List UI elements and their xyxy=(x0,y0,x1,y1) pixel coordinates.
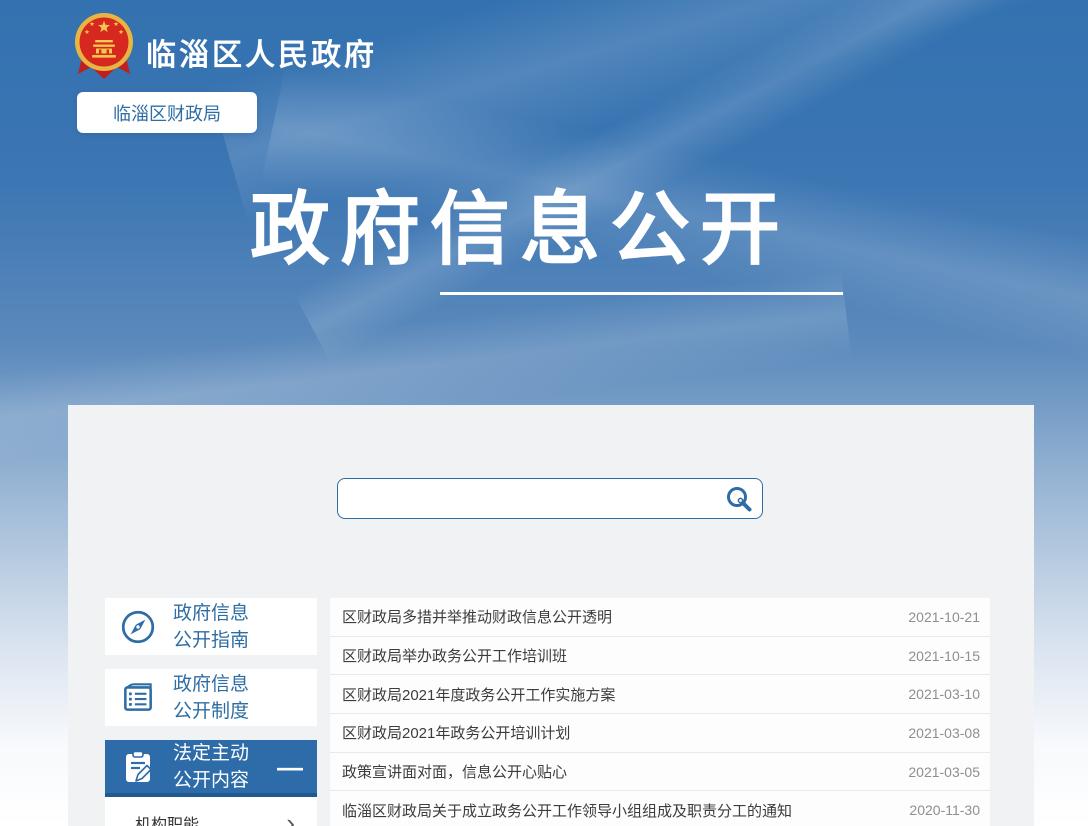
sidebar-item-guide[interactable]: 政府信息 公开指南 xyxy=(105,598,317,655)
article-row[interactable]: 临淄区财政局关于成立政务公开工作领导小组组成及职责分工的通知 2020-11-3… xyxy=(330,791,990,826)
article-date: 2020-11-30 xyxy=(909,802,980,819)
bureau-tab-label: 临淄区财政局 xyxy=(113,103,221,124)
article-date: 2021-10-21 xyxy=(908,608,980,625)
article-title: 区财政局2021年政务公开培训计划 xyxy=(342,725,571,743)
article-row[interactable]: 区财政局2021年度政务公开工作实施方案 2021-03-10 xyxy=(330,675,990,715)
national-emblem-icon[interactable] xyxy=(73,11,135,86)
article-title: 政策宣讲面对面，信息公开心贴心 xyxy=(342,764,568,782)
search-input[interactable] xyxy=(338,479,716,518)
site-title: 临淄区人民政府 xyxy=(146,39,377,72)
article-title: 区财政局举办政务公开工作培训班 xyxy=(342,648,568,666)
sidebar-subitem-label: 机构职能 xyxy=(135,817,200,826)
page-title: 政府信息公开 xyxy=(250,185,790,274)
sidebar-item-label: 政府信息 公开制度 xyxy=(173,673,250,722)
sidebar-item-rules[interactable]: 政府信息 公开制度 xyxy=(105,669,317,726)
search-box xyxy=(337,478,763,519)
compass-icon xyxy=(117,606,159,648)
sidebar-item-label: 政府信息 公开指南 xyxy=(173,602,250,651)
book-icon xyxy=(117,677,159,719)
article-title: 临淄区财政局关于成立政务公开工作领导小组组成及职责分工的通知 xyxy=(342,802,793,820)
article-title: 区财政局2021年度政务公开工作实施方案 xyxy=(342,686,616,704)
sidebar-subitem-org-functions[interactable]: 机构职能 › xyxy=(105,797,317,826)
search-button[interactable] xyxy=(716,479,762,518)
article-date: 2021-03-10 xyxy=(908,686,980,703)
page-title-underline xyxy=(440,292,843,295)
sidebar: 政府信息 公开指南 政府信息 公开制度 法定主动 公开内容 — 机构职能 › xyxy=(105,598,317,826)
article-title: 区财政局多措并举推动财政信息公开透明 xyxy=(342,609,613,627)
magnifier-icon xyxy=(727,486,752,511)
china-national-emblem-svg xyxy=(75,13,133,79)
article-row[interactable]: 区财政局多措并举推动财政信息公开透明 2021-10-21 xyxy=(330,598,990,637)
article-list: 区财政局多措并举推动财政信息公开透明 2021-10-21 区财政局举办政务公开… xyxy=(330,598,990,826)
article-row[interactable]: 区财政局举办政务公开工作培训班 2021-10-15 xyxy=(330,637,990,676)
article-date: 2021-03-05 xyxy=(908,763,980,780)
article-row[interactable]: 区财政局2021年政务公开培训计划 2021-03-08 xyxy=(330,714,990,753)
bureau-tab[interactable]: 临淄区财政局 xyxy=(77,92,257,133)
sidebar-item-label: 法定主动 公开内容 xyxy=(173,742,250,791)
collapse-minus-icon[interactable]: — xyxy=(277,754,303,780)
article-date: 2021-03-08 xyxy=(908,724,980,741)
clipboard-pencil-icon xyxy=(117,746,159,788)
sidebar-item-statutory-disclosure[interactable]: 法定主动 公开内容 — xyxy=(105,740,317,797)
main-panel: 政府信息 公开指南 政府信息 公开制度 法定主动 公开内容 — 机构职能 › 区… xyxy=(68,405,1034,826)
page: 临淄区人民政府 临淄区财政局 政府信息公开 政府信息 公开指南 政府信息 公开制… xyxy=(0,0,1088,826)
chevron-right-icon: › xyxy=(286,808,295,826)
article-row[interactable]: 政策宣讲面对面，信息公开心贴心 2021-03-05 xyxy=(330,753,990,792)
article-date: 2021-10-15 xyxy=(908,647,980,664)
